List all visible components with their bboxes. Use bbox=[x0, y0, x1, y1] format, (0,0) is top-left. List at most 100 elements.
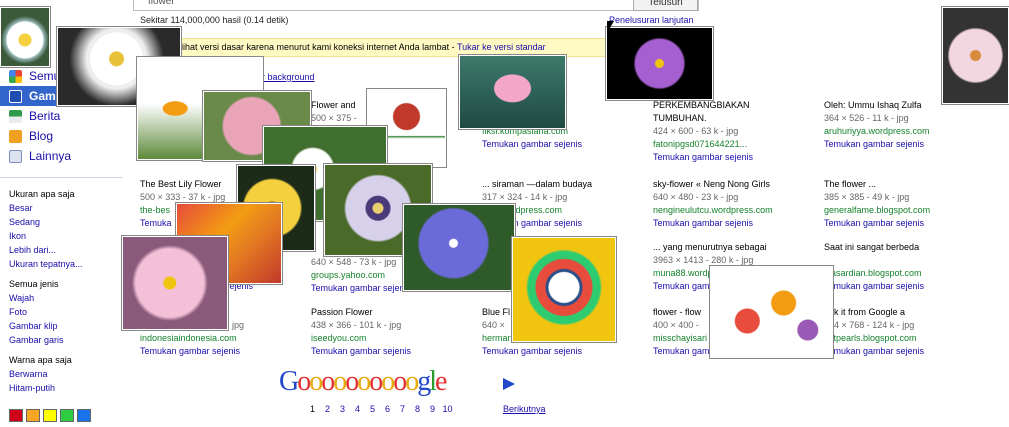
similar-link[interactable]: Temukan gambar sejenis bbox=[311, 345, 476, 358]
nav-item-berita[interactable]: Berita bbox=[0, 106, 123, 126]
search-button[interactable]: Telusuri bbox=[633, 0, 698, 11]
similar-link[interactable]: Temukan gambar sejenis bbox=[653, 151, 818, 164]
flower-thumbnail[interactable] bbox=[459, 55, 566, 129]
page-number[interactable]: 2 bbox=[320, 404, 335, 414]
page-number[interactable]: 6 bbox=[380, 404, 395, 414]
filter-gap bbox=[9, 347, 124, 355]
color-swatch-yellow[interactable] bbox=[43, 409, 57, 422]
type-header: Semua jenis bbox=[9, 279, 59, 289]
logo-letter: e bbox=[435, 366, 448, 397]
similar-link[interactable]: Temukan gambar sejenis bbox=[824, 138, 989, 151]
logo-letter: o bbox=[297, 366, 311, 397]
page-number[interactable]: 7 bbox=[395, 404, 410, 414]
result-title[interactable]: ook it from Google a bbox=[824, 306, 989, 319]
size-option[interactable]: Sedang bbox=[9, 215, 124, 229]
result-title[interactable]: ... yang menurutnya sebagai bbox=[653, 241, 818, 254]
page-number[interactable]: 3 bbox=[335, 404, 350, 414]
similar-link[interactable]: Temukan gambar sejenis bbox=[824, 280, 989, 293]
result-url: generalfame.blogspot.com bbox=[824, 205, 931, 215]
page-numbers: 1 2 3 4 5 6 7 8 9 10 bbox=[305, 404, 455, 414]
logo-letter: g bbox=[417, 366, 431, 397]
color-swatch-red[interactable] bbox=[9, 409, 23, 422]
type-option[interactable]: Wajah bbox=[9, 291, 124, 305]
type-option[interactable]: Gambar klip bbox=[9, 319, 124, 333]
result-url: iseedyou.com bbox=[311, 333, 367, 343]
flower-thumbnail[interactable] bbox=[0, 7, 50, 67]
background-link[interactable]: er background bbox=[257, 72, 315, 82]
similar-link[interactable]: Temukan gambar sejenis bbox=[653, 217, 818, 230]
logo-letter: o bbox=[333, 366, 347, 397]
flower-thumbnail[interactable] bbox=[606, 27, 713, 100]
result-title[interactable]: sky-flower « Neng Nong Girls bbox=[653, 178, 818, 191]
size-option[interactable]: Ukuran tepatnya... bbox=[9, 257, 124, 271]
page-number[interactable]: 4 bbox=[350, 404, 365, 414]
result-title[interactable]: The flower ... bbox=[824, 178, 989, 191]
advanced-search-link[interactable]: Penelusuran lanjutan bbox=[609, 15, 694, 25]
nav-label: Lainnya bbox=[29, 149, 72, 163]
type-option[interactable]: Foto bbox=[9, 305, 124, 319]
similar-link[interactable]: Temukan gambar sejenis bbox=[482, 138, 647, 151]
result-item[interactable]: PERKEMBANGBIAKAN TUMBUHAN. 424 × 600 - 63 … bbox=[653, 99, 818, 164]
logo-letter: o bbox=[393, 366, 407, 397]
result-item[interactable]: Oleh: Ummu Ishaq Zulfa 364 × 526 - 11 k -… bbox=[824, 99, 989, 151]
result-title[interactable]: ... siraman —dalam budaya bbox=[482, 178, 647, 191]
news-icon bbox=[9, 110, 22, 123]
page-number[interactable]: 10 bbox=[440, 404, 455, 414]
notice-text: elihat versi dasar karena menurut kami k… bbox=[176, 42, 455, 52]
switch-standard-link[interactable]: Tukar ke versi standar bbox=[457, 42, 546, 52]
result-title[interactable]: Passion Flower bbox=[311, 306, 476, 319]
result-url: nengineulutcu.wordpress.com bbox=[653, 205, 773, 215]
keyboard-icon bbox=[9, 150, 22, 163]
page-number[interactable]: 8 bbox=[410, 404, 425, 414]
pager-logo: Goooooooooogle bbox=[279, 366, 448, 398]
next-arrow-icon[interactable] bbox=[503, 378, 515, 390]
result-title[interactable]: PERKEMBANGBIAKAN bbox=[653, 99, 818, 112]
result-item[interactable]: sky-flower « Neng Nong Girls 640 × 480 - … bbox=[653, 178, 818, 230]
similar-link[interactable]: Temukan gambar sejenis bbox=[140, 345, 305, 358]
type-option[interactable]: Gambar garis bbox=[9, 333, 124, 347]
result-meta: 640 × 480 - 23 k - jpg bbox=[653, 192, 739, 202]
result-title[interactable]: Saat ini sangat berbeda bbox=[824, 241, 989, 254]
size-option[interactable]: Besar bbox=[9, 201, 124, 215]
filter-gap bbox=[9, 271, 124, 279]
search-input[interactable]: flower bbox=[133, 0, 699, 11]
flower-thumbnail[interactable] bbox=[512, 237, 616, 342]
result-item[interactable]: Saat ini sangat berbeda alasardian.blogs… bbox=[824, 241, 989, 293]
color-swatch-green[interactable] bbox=[60, 409, 74, 422]
page-number[interactable]: 9 bbox=[425, 404, 440, 414]
nav-item-blog[interactable]: Blog bbox=[0, 126, 123, 146]
nav-label: Blog bbox=[29, 129, 54, 143]
page-number[interactable]: 5 bbox=[365, 404, 380, 414]
flower-thumbnail[interactable] bbox=[122, 236, 228, 330]
nav-item-lainnya[interactable]: Lainnya bbox=[0, 146, 123, 166]
color-swatch-blue[interactable] bbox=[77, 409, 91, 422]
result-item[interactable]: Passion Flower 438 × 366 - 101 k - jpg ise… bbox=[311, 306, 476, 358]
flower-thumbnail[interactable] bbox=[710, 266, 833, 358]
size-option[interactable]: Ikon bbox=[9, 229, 124, 243]
similar-link[interactable]: Temukan gambar sejenis bbox=[482, 345, 647, 358]
similar-link[interactable]: Temukan gambar sejenis bbox=[824, 345, 989, 358]
result-item[interactable]: ook it from Google a 224 × 768 - 124 k - … bbox=[824, 306, 989, 358]
similar-link[interactable]: Temukan gambar sejenis bbox=[824, 217, 989, 230]
flower-thumbnail[interactable] bbox=[942, 7, 1009, 104]
logo-letter: o bbox=[381, 366, 395, 397]
size-option[interactable]: Lebih dari... bbox=[9, 243, 124, 257]
result-title[interactable]: TUMBUHAN. bbox=[653, 112, 818, 125]
color-header: Warna apa saja bbox=[9, 355, 72, 365]
flower-thumbnail[interactable] bbox=[403, 204, 515, 291]
result-url: aruhuriyya.wordpress.com bbox=[824, 126, 930, 136]
camera-icon bbox=[9, 90, 22, 103]
color-option[interactable]: Berwarna bbox=[9, 367, 124, 381]
color-swatches bbox=[9, 409, 94, 425]
page-number: 1 bbox=[309, 404, 315, 414]
next-page-link[interactable]: Berikutnya bbox=[503, 404, 546, 414]
result-item[interactable]: The flower ... 385 × 385 - 49 k - jpg gene… bbox=[824, 178, 989, 230]
result-url: alasardian.blogspot.com bbox=[824, 268, 922, 278]
filter-panel: Ukuran apa saja Besar Sedang Ikon Lebih … bbox=[9, 189, 124, 395]
result-meta: 424 × 600 - 63 k - jpg bbox=[653, 126, 739, 136]
logo-letter: o bbox=[309, 366, 323, 397]
color-option[interactable]: Hitam-putih bbox=[9, 381, 124, 395]
logo-letter: o bbox=[357, 366, 371, 397]
color-swatch-orange[interactable] bbox=[26, 409, 40, 422]
logo-letter: o bbox=[405, 366, 419, 397]
